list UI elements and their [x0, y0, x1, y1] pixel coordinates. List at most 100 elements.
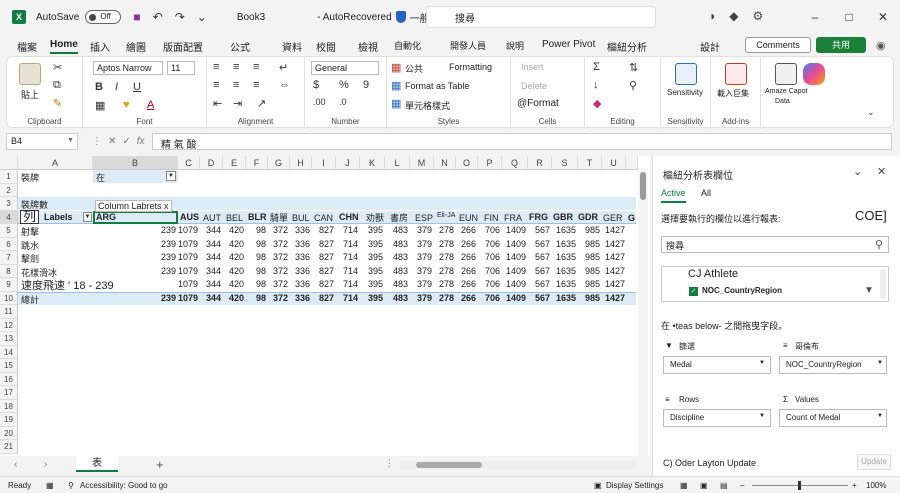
pivot-value-cell[interactable]: 1427 — [595, 225, 625, 235]
row-header[interactable]: 12 — [0, 318, 18, 332]
row-label[interactable]: 速度飛速 ' 18 - 239 — [21, 277, 114, 293]
filter-field-label[interactable]: 裝牌 — [21, 171, 39, 184]
paste-label[interactable]: 貼上 — [21, 88, 39, 101]
pivot-column-header[interactable]: CHN — [339, 212, 359, 222]
row-header[interactable]: 10 — [0, 291, 18, 305]
fill-color-icon[interactable]: ♥ — [123, 99, 130, 111]
row-header[interactable]: 17 — [0, 386, 18, 400]
values-field-dropdown-icon[interactable]: ▼ — [877, 413, 883, 419]
number-format-select[interactable]: General — [311, 61, 379, 75]
accessibility-status[interactable]: Accessibility: Good to go — [80, 481, 168, 490]
formula-input[interactable]: 精 氣 酸 — [152, 133, 892, 151]
pivot-column-header[interactable]: BLR — [248, 212, 267, 222]
cell-styles-icon[interactable]: ▦ — [391, 97, 401, 110]
search-input[interactable]: 搜尋 — [426, 6, 656, 28]
tab-page-layout[interactable]: 版面配置 — [163, 39, 203, 54]
tab-active-fields[interactable]: Active — [661, 188, 686, 203]
align-right-icon[interactable]: ≡ — [253, 79, 259, 91]
column-header[interactable]: K — [360, 156, 385, 170]
cell-styles-button[interactable]: 單元格樣式 — [405, 99, 450, 112]
increase-decimal-icon[interactable]: .00 — [313, 97, 326, 107]
column-header[interactable]: A — [18, 156, 93, 170]
tab-home[interactable]: Home — [50, 39, 78, 54]
field-search-input[interactable]: 搜尋 — [661, 236, 889, 253]
column-header[interactable]: C — [178, 156, 200, 170]
field-checkbox[interactable]: ✓ — [689, 287, 698, 296]
share-button[interactable]: 共用 — [816, 37, 866, 53]
autosave-toggle[interactable]: Off — [85, 10, 122, 24]
enter-icon[interactable]: ✓ — [122, 136, 136, 147]
settings-gear-icon[interactable]: ⚙ — [752, 9, 763, 23]
row-header[interactable]: 7 — [0, 251, 18, 265]
tab-view[interactable]: 檢視 — [358, 39, 378, 54]
align-left-icon[interactable]: ≡ — [213, 79, 219, 91]
lightbulb-icon[interactable]: ◑ — [708, 9, 715, 23]
add-sheet-icon[interactable]: + — [156, 457, 164, 472]
bold-icon[interactable]: B — [95, 81, 103, 93]
column-header[interactable]: I — [312, 156, 336, 170]
copy-icon[interactable]: ⧉ — [53, 79, 61, 92]
diamond-icon[interactable]: ◆ — [729, 9, 738, 23]
columns-field-dropdown-icon[interactable]: ▼ — [877, 360, 883, 366]
align-bottom-icon[interactable]: ≡ — [253, 61, 259, 73]
row-header[interactable]: 20 — [0, 426, 18, 440]
column-header[interactable]: D — [200, 156, 223, 170]
page-layout-view-icon[interactable]: ▣ — [700, 481, 708, 490]
column-header[interactable]: O — [456, 156, 478, 170]
undo-icon[interactable]: ↶ — [153, 10, 163, 24]
column-header[interactable]: J — [336, 156, 360, 170]
tab-pivot-analyze[interactable]: 樞紐分析 — [607, 39, 647, 54]
row-labels-header[interactable]: Labels — [44, 212, 73, 222]
row-label[interactable]: 跳水 — [21, 239, 39, 252]
format-cells-button[interactable]: @Format — [517, 98, 559, 109]
spreadsheet-grid[interactable]: A B C D E F G H I J K L M N O P Q R S T … — [0, 156, 650, 456]
rows-field-discipline[interactable]: Discipline — [663, 409, 771, 427]
tab-formulas[interactable]: 公式 — [230, 39, 250, 54]
next-sheet-icon[interactable]: › — [44, 459, 47, 470]
tab-power-pivot[interactable]: Power Pivot — [542, 39, 595, 50]
conditional-format-icon[interactable]: ▦ — [391, 61, 401, 74]
pivot-value-cell[interactable]: 1427 — [595, 266, 625, 276]
font-name-select[interactable]: Aptos Narrow — [93, 61, 163, 75]
copilot-icon[interactable] — [803, 63, 825, 85]
pivot-column-header[interactable]: 騎單 — [270, 211, 288, 224]
normal-view-icon[interactable]: ▦ — [680, 481, 688, 490]
addins-button[interactable]: 載入巨集 — [717, 88, 749, 99]
format-painter-icon[interactable]: ✎ — [53, 97, 62, 110]
sensitivity-button[interactable]: Sensitivity — [667, 88, 703, 97]
columns-field-noc[interactable]: NOC_CountryRegion — [779, 356, 887, 374]
grand-total-value[interactable]: 1427 — [595, 293, 625, 303]
pivot-column-header[interactable]: EUN — [459, 213, 478, 223]
prev-sheet-icon[interactable]: ‹ — [14, 459, 17, 470]
close-icon[interactable]: ✕ — [866, 10, 900, 24]
pane-options-icon[interactable]: ⌄ — [853, 165, 862, 178]
cut-icon[interactable]: ✂ — [53, 61, 62, 74]
cancel-icon[interactable]: ✕ — [108, 136, 122, 147]
sheet-bar-more-icon[interactable]: ⋮ — [385, 458, 394, 469]
column-header[interactable]: P — [478, 156, 502, 170]
ribbon-collapse-icon[interactable]: ⌄ — [867, 107, 875, 118]
row-labels-box[interactable]: 列 — [20, 210, 40, 224]
tab-developer[interactable]: 開發人員 — [450, 39, 486, 52]
align-middle-icon[interactable]: ≡ — [233, 61, 239, 73]
clear-icon[interactable]: ◆ — [593, 97, 601, 110]
amaze-capot-label[interactable]: Amaze Capot — [765, 88, 807, 95]
row-header[interactable]: 3 — [0, 197, 18, 211]
row-header[interactable]: 15 — [0, 359, 18, 373]
zoom-in-icon[interactable]: + — [852, 481, 857, 490]
amaze-data-label[interactable]: Data — [775, 98, 790, 105]
camera-icon[interactable]: ◉ — [876, 39, 886, 52]
redo-icon[interactable]: ↷ — [175, 10, 185, 24]
pivot-column-header[interactable]: FRA — [504, 213, 522, 223]
pivot-column-header[interactable]: G — [628, 213, 635, 223]
row-header[interactable]: 14 — [0, 345, 18, 359]
pivot-column-header[interactable]: BEL — [226, 213, 243, 223]
row-header[interactable]: 2 — [0, 183, 18, 197]
fx-icon[interactable]: fx — [137, 136, 145, 147]
conditional-format-button[interactable]: 公共 — [405, 62, 423, 75]
tab-file[interactable]: 檔案 — [17, 39, 37, 54]
row-header[interactable]: 8 — [0, 264, 18, 278]
maximize-icon[interactable]: □ — [832, 10, 866, 24]
merge-icon[interactable]: ⇔ — [279, 79, 290, 91]
pivot-column-header[interactable]: Eⅱ-JA — [437, 211, 455, 219]
